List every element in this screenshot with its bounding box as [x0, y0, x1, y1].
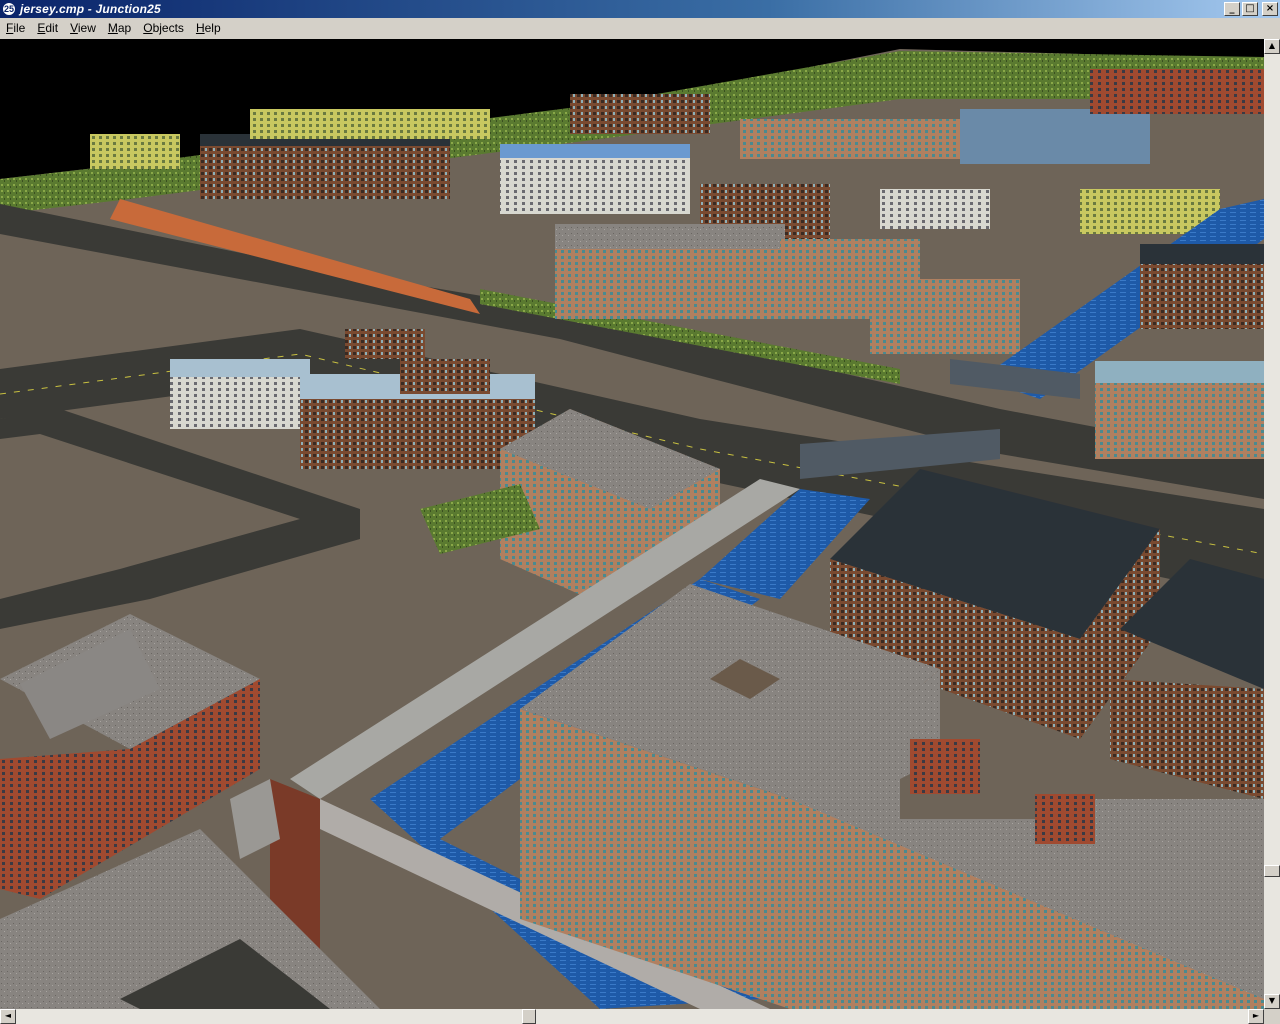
menu-map[interactable]: Map: [102, 19, 137, 37]
menu-edit[interactable]: Edit: [31, 19, 64, 37]
building-far-red: [1090, 69, 1264, 114]
building-courtyard-gray-3: [870, 279, 1020, 354]
maximize-button[interactable]: □: [1242, 2, 1258, 16]
roof-white-left: [170, 359, 310, 377]
vertical-scrollbar[interactable]: ▲ ▼: [1264, 39, 1280, 1009]
scroll-right-button[interactable]: ►: [1248, 1009, 1264, 1024]
roof-courtyard-gray: [555, 224, 785, 249]
city-scene: [0, 39, 1264, 1009]
roof-structure-2: [400, 359, 490, 394]
vertical-scroll-thumb[interactable]: [1264, 865, 1280, 877]
building-white-blue: [500, 154, 690, 214]
menu-view-accel: V: [70, 21, 78, 35]
building-far-yellow: [90, 134, 180, 169]
building-far-dark: [570, 94, 710, 134]
horizontal-scroll-thumb[interactable]: [522, 1009, 536, 1024]
horizontal-scrollbar[interactable]: ◄ ►: [0, 1009, 1264, 1024]
app-window: 25 jersey.cmp - Junction25 _ □ × File Ed…: [0, 0, 1280, 1024]
building-white-left: [170, 369, 300, 429]
scroll-up-button[interactable]: ▲: [1264, 39, 1280, 54]
menu-objects-accel: O: [143, 21, 153, 35]
menu-edit-label: dit: [45, 21, 59, 35]
building-white-roof: [500, 144, 690, 158]
menu-map-label: ap: [117, 21, 132, 35]
menu-objects[interactable]: Objects: [137, 19, 190, 37]
roof-right-2: [1095, 361, 1264, 383]
menu-file-label: ile: [13, 21, 26, 35]
menu-help[interactable]: Help: [190, 19, 227, 37]
roof-right-1: [1140, 244, 1264, 264]
minimize-button[interactable]: _: [1224, 2, 1240, 16]
building-white-small: [880, 189, 990, 229]
rooftop-planter-1: [910, 739, 980, 794]
title-bar[interactable]: 25 jersey.cmp - Junction25 _ □ ×: [0, 0, 1280, 18]
menu-bar: File Edit View Map Objects Help: [0, 18, 1280, 38]
scroll-down-button[interactable]: ▼: [1264, 994, 1280, 1009]
building-far-blue: [960, 109, 1150, 164]
menu-view[interactable]: View: [64, 19, 102, 37]
building-far-brick: [200, 139, 450, 199]
scroll-left-button[interactable]: ◄: [0, 1009, 16, 1024]
menu-objects-label: bjects: [152, 21, 184, 35]
rooftop-planter-2: [1035, 794, 1095, 844]
app-icon[interactable]: 25: [2, 2, 16, 16]
menu-map-accel: M: [107, 21, 118, 35]
title-buttons: _ □ ×: [1224, 2, 1278, 16]
scrollbar-corner: [1264, 1009, 1280, 1024]
menu-view-label: iew: [77, 21, 96, 35]
building-far-yellow-2: [250, 109, 490, 139]
menu-help-label: elp: [204, 21, 221, 35]
menu-help-accel: H: [195, 21, 205, 35]
menu-file[interactable]: File: [0, 19, 31, 37]
map-3d-viewport[interactable]: [0, 39, 1264, 1009]
window-title: jersey.cmp - Junction25: [20, 2, 161, 16]
close-button[interactable]: ×: [1262, 2, 1278, 16]
roof-structure-1: [345, 329, 425, 359]
